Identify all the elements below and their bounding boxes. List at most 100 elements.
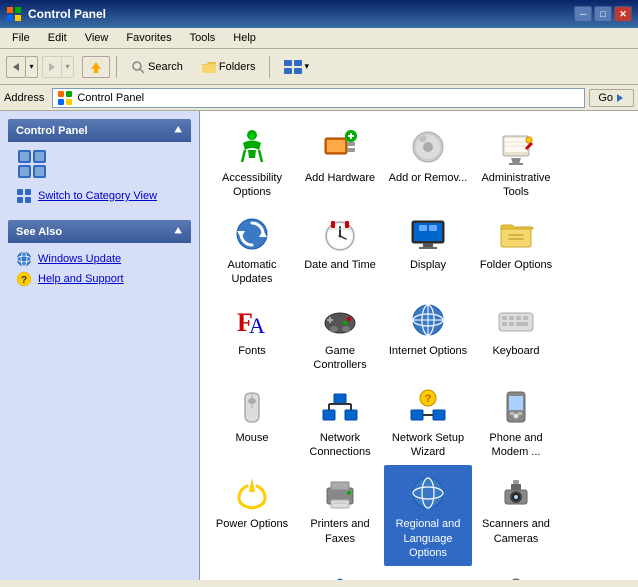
printers-and-faxes-label: Printers and Faxes	[300, 517, 380, 546]
add-hardware-icon	[320, 127, 360, 167]
help-support-icon: ?	[16, 271, 32, 287]
regional-language-options-icon	[408, 473, 448, 513]
back-button[interactable]	[6, 56, 26, 78]
toolbar-separator-2	[269, 56, 270, 78]
forward-dropdown[interactable]: ▾	[62, 56, 74, 78]
close-button[interactable]: ✕	[614, 6, 632, 22]
menu-help[interactable]: Help	[225, 30, 264, 46]
window-controls: ─ □ ✕	[574, 6, 632, 22]
folder-options-icon	[496, 214, 536, 254]
icon-power-options[interactable]: Power Options	[208, 465, 296, 566]
app-icon	[6, 6, 22, 22]
switch-category-link[interactable]: Switch to Category View	[16, 186, 183, 206]
minimize-button[interactable]: ─	[574, 6, 592, 22]
icon-display[interactable]: Display	[384, 206, 472, 293]
search-label: Search	[148, 61, 183, 73]
svg-text:?: ?	[21, 275, 27, 286]
back-dropdown[interactable]: ▾	[26, 56, 38, 78]
icon-mouse[interactable]: Mouse	[208, 379, 296, 466]
help-support-label: Help and Support	[38, 273, 124, 285]
game-controllers-label: Game Controllers	[300, 344, 380, 373]
icon-folder-options[interactable]: Folder Options	[472, 206, 560, 293]
folder-options-label: Folder Options	[480, 258, 552, 272]
icon-printers-and-faxes[interactable]: Printers and Faxes	[296, 465, 384, 566]
phone-and-modem-icon	[496, 387, 536, 427]
scanners-and-cameras-icon	[496, 473, 536, 513]
window-title: Control Panel	[28, 7, 574, 21]
search-button[interactable]: Search	[123, 56, 190, 78]
icon-scheduled-tasks[interactable]: Scheduled Tasks	[208, 566, 296, 580]
sidebar-collapse-icon[interactable]: ⯅	[173, 123, 183, 138]
main-content: Control Panel ⯅	[0, 111, 638, 580]
icon-speech[interactable]: Speech	[472, 566, 560, 580]
title-bar: Control Panel ─ □ ✕	[0, 0, 638, 28]
svg-text:?: ?	[425, 393, 432, 405]
game-controllers-icon	[320, 300, 360, 340]
icon-security-center[interactable]: Security Center	[296, 566, 384, 580]
go-label: Go	[598, 92, 613, 104]
icon-automatic-updates[interactable]: Automatic Updates	[208, 206, 296, 293]
cp-icon-area	[16, 148, 183, 180]
sidebar-seealso-title: See Also	[16, 226, 62, 238]
speech-icon	[496, 574, 536, 580]
scanners-and-cameras-label: Scanners and Cameras	[476, 517, 556, 546]
address-input[interactable]: Control Panel	[52, 88, 585, 108]
toolbar-separator-1	[116, 56, 117, 78]
icon-date-and-time[interactable]: Date and Time	[296, 206, 384, 293]
icon-network-setup-wizard[interactable]: ?Network Setup Wizard	[384, 379, 472, 466]
svg-text:A: A	[249, 313, 265, 338]
menu-edit[interactable]: Edit	[40, 30, 75, 46]
menu-tools[interactable]: Tools	[182, 30, 224, 46]
help-support-link[interactable]: ? Help and Support	[16, 269, 183, 289]
icon-internet-options[interactable]: Internet Options	[384, 292, 472, 379]
date-and-time-label: Date and Time	[304, 258, 376, 272]
maximize-button[interactable]: □	[594, 6, 612, 22]
icon-administrative-tools[interactable]: Administrative Tools	[472, 119, 560, 206]
automatic-updates-label: Automatic Updates	[212, 258, 292, 287]
add-remove-programs-icon	[408, 127, 448, 167]
network-connections-label: Network Connections	[300, 431, 380, 460]
administrative-tools-label: Administrative Tools	[476, 171, 556, 200]
icons-area: Accessibility Options Add Hardware Add or …	[200, 111, 638, 580]
icon-game-controllers[interactable]: Game Controllers	[296, 292, 384, 379]
icon-add-hardware[interactable]: Add Hardware	[296, 119, 384, 206]
accessibility-options-icon	[232, 127, 272, 167]
icon-accessibility-options[interactable]: Accessibility Options	[208, 119, 296, 206]
icon-keyboard[interactable]: Keyboard	[472, 292, 560, 379]
menu-bar: File Edit View Favorites Tools Help	[0, 28, 638, 49]
menu-favorites[interactable]: Favorites	[118, 30, 179, 46]
network-setup-wizard-icon: ?	[408, 387, 448, 427]
folders-button[interactable]: Folders	[194, 56, 263, 78]
control-panel-icon	[16, 148, 48, 180]
forward-button[interactable]	[42, 56, 62, 78]
icon-network-connections[interactable]: Network Connections	[296, 379, 384, 466]
icon-regional-language-options[interactable]: Regional and Language Options	[384, 465, 472, 566]
icon-phone-and-modem[interactable]: Phone and Modem ...	[472, 379, 560, 466]
add-hardware-label: Add Hardware	[305, 171, 375, 185]
icon-sounds-audio-devices[interactable]: Sounds and Audio Devices	[384, 566, 472, 580]
display-label: Display	[410, 258, 446, 272]
phone-and-modem-label: Phone and Modem ...	[476, 431, 556, 460]
view-dropdown-arrow: ▾	[305, 61, 310, 72]
windows-update-label: Windows Update	[38, 253, 121, 265]
menu-file[interactable]: File	[4, 30, 38, 46]
fonts-label: Fonts	[238, 344, 266, 358]
folders-label: Folders	[219, 61, 256, 73]
view-button[interactable]: ▾	[276, 56, 317, 78]
sounds-audio-devices-icon	[408, 574, 448, 580]
up-button[interactable]	[82, 56, 110, 78]
icon-add-remove-programs[interactable]: Add or Remov...	[384, 119, 472, 206]
sidebar-seealso-collapse-icon[interactable]: ⯅	[173, 224, 183, 239]
regional-language-options-label: Regional and Language Options	[388, 517, 468, 560]
windows-update-link[interactable]: Windows Update	[16, 249, 183, 269]
automatic-updates-icon	[232, 214, 272, 254]
toolbar: ▾ ▾ Search Folders	[0, 49, 638, 85]
sidebar-section-see-also: See Also ⯅ Windows Update	[8, 220, 191, 295]
icon-fonts[interactable]: FAFonts	[208, 292, 296, 379]
keyboard-icon	[496, 300, 536, 340]
network-connections-icon	[320, 387, 360, 427]
go-button[interactable]: Go	[589, 89, 634, 107]
icon-scanners-and-cameras[interactable]: Scanners and Cameras	[472, 465, 560, 566]
sidebar: Control Panel ⯅	[0, 111, 200, 580]
menu-view[interactable]: View	[77, 30, 117, 46]
